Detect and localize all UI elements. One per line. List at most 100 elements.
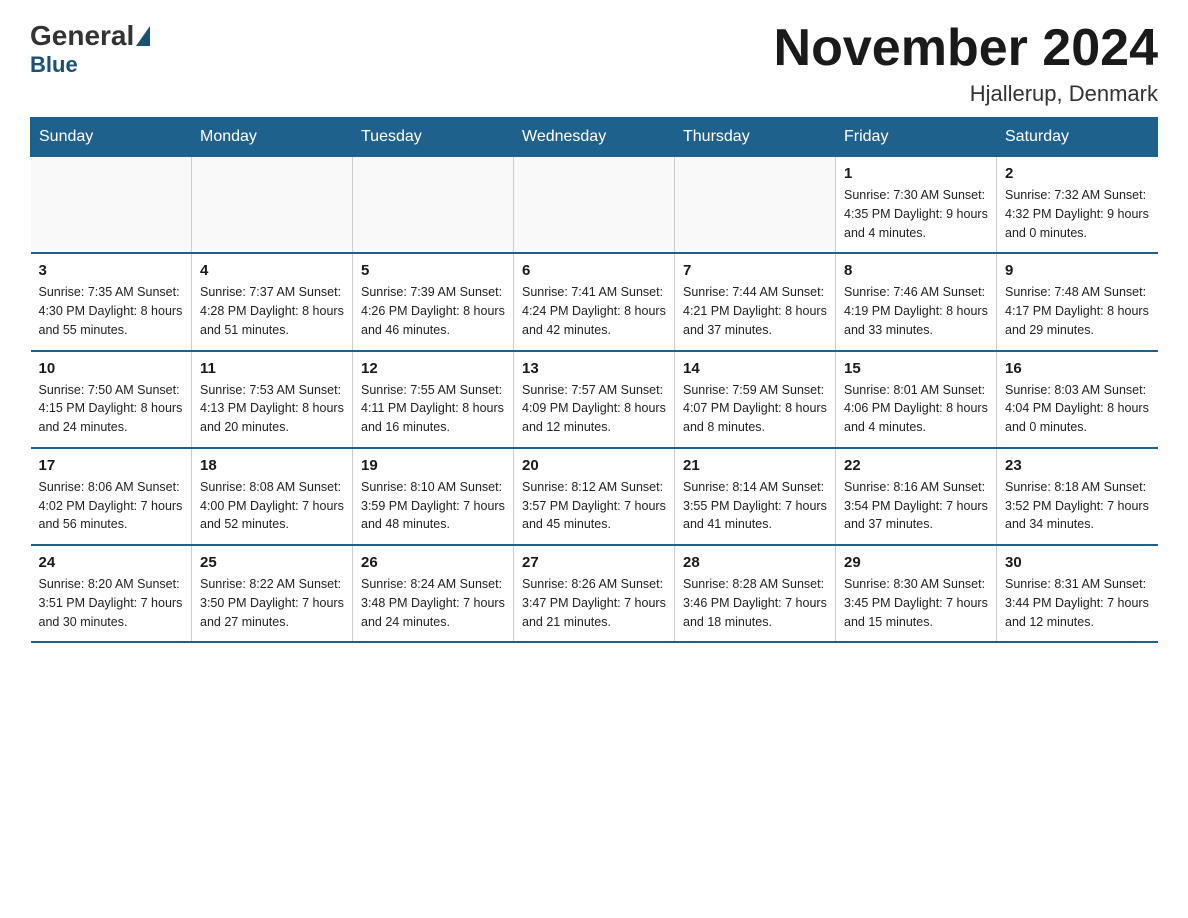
- calendar-week-row: 3 Sunrise: 7:35 AM Sunset: 4:30 PM Daylig…: [31, 253, 1158, 350]
- title-section: November 2024 Hjallerup, Denmark: [774, 20, 1158, 107]
- main-title: November 2024: [774, 20, 1158, 77]
- calendar-week-row: 1 Sunrise: 7:30 AM Sunset: 4:35 PM Daylig…: [31, 157, 1158, 254]
- calendar-week-row: 10 Sunrise: 7:50 AM Sunset: 4:15 PM Dayli…: [31, 351, 1158, 448]
- day-info: Sunrise: 8:26 AM Sunset: 3:47 PM Dayligh…: [522, 575, 666, 631]
- calendar-cell: 19 Sunrise: 8:10 AM Sunset: 3:59 PM Dayli…: [353, 448, 514, 545]
- day-number: 5: [361, 262, 505, 279]
- day-info: Sunrise: 7:37 AM Sunset: 4:28 PM Dayligh…: [200, 283, 344, 339]
- day-number: 11: [200, 360, 344, 377]
- weekday-header-monday: Monday: [192, 118, 353, 157]
- calendar-table: SundayMondayTuesdayWednesdayThursdayFrid…: [30, 117, 1158, 643]
- calendar-cell: [675, 157, 836, 254]
- day-number: 30: [1005, 554, 1150, 571]
- calendar-cell: 25 Sunrise: 8:22 AM Sunset: 3:50 PM Dayli…: [192, 545, 353, 642]
- day-info: Sunrise: 7:55 AM Sunset: 4:11 PM Dayligh…: [361, 381, 505, 437]
- day-info: Sunrise: 7:32 AM Sunset: 4:32 PM Dayligh…: [1005, 186, 1150, 242]
- day-number: 2: [1005, 165, 1150, 182]
- calendar-cell: 22 Sunrise: 8:16 AM Sunset: 3:54 PM Dayli…: [836, 448, 997, 545]
- day-number: 18: [200, 457, 344, 474]
- day-info: Sunrise: 7:57 AM Sunset: 4:09 PM Dayligh…: [522, 381, 666, 437]
- calendar-cell: 17Sunrise: 8:06 AM Sunset: 4:02 PM Dayli…: [31, 448, 192, 545]
- calendar-cell: 26 Sunrise: 8:24 AM Sunset: 3:48 PM Dayli…: [353, 545, 514, 642]
- day-number: 23: [1005, 457, 1150, 474]
- day-info: Sunrise: 7:50 AM Sunset: 4:15 PM Dayligh…: [39, 381, 184, 437]
- calendar-cell: 20Sunrise: 8:12 AM Sunset: 3:57 PM Dayli…: [514, 448, 675, 545]
- day-info: Sunrise: 7:35 AM Sunset: 4:30 PM Dayligh…: [39, 283, 184, 339]
- day-info: Sunrise: 7:41 AM Sunset: 4:24 PM Dayligh…: [522, 283, 666, 339]
- day-number: 9: [1005, 262, 1150, 279]
- calendar-cell: 8 Sunrise: 7:46 AM Sunset: 4:19 PM Daylig…: [836, 253, 997, 350]
- calendar-cell: 15Sunrise: 8:01 AM Sunset: 4:06 PM Dayli…: [836, 351, 997, 448]
- calendar-body: 1 Sunrise: 7:30 AM Sunset: 4:35 PM Daylig…: [31, 157, 1158, 643]
- day-number: 21: [683, 457, 827, 474]
- day-info: Sunrise: 7:30 AM Sunset: 4:35 PM Dayligh…: [844, 186, 988, 242]
- day-number: 3: [39, 262, 184, 279]
- day-info: Sunrise: 8:18 AM Sunset: 3:52 PM Dayligh…: [1005, 478, 1150, 534]
- day-number: 8: [844, 262, 988, 279]
- calendar-cell: 18 Sunrise: 8:08 AM Sunset: 4:00 PM Dayli…: [192, 448, 353, 545]
- weekday-header-tuesday: Tuesday: [353, 118, 514, 157]
- day-number: 25: [200, 554, 344, 571]
- calendar-cell: 11 Sunrise: 7:53 AM Sunset: 4:13 PM Dayli…: [192, 351, 353, 448]
- calendar-cell: 9 Sunrise: 7:48 AM Sunset: 4:17 PM Daylig…: [997, 253, 1158, 350]
- weekday-header-sunday: Sunday: [31, 118, 192, 157]
- calendar-cell: 2 Sunrise: 7:32 AM Sunset: 4:32 PM Daylig…: [997, 157, 1158, 254]
- day-number: 22: [844, 457, 988, 474]
- day-info: Sunrise: 7:53 AM Sunset: 4:13 PM Dayligh…: [200, 381, 344, 437]
- day-info: Sunrise: 8:28 AM Sunset: 3:46 PM Dayligh…: [683, 575, 827, 631]
- logo: General Blue: [30, 20, 152, 78]
- calendar-cell: 29 Sunrise: 8:30 AM Sunset: 3:45 PM Dayli…: [836, 545, 997, 642]
- day-info: Sunrise: 8:24 AM Sunset: 3:48 PM Dayligh…: [361, 575, 505, 631]
- weekday-header-saturday: Saturday: [997, 118, 1158, 157]
- subtitle: Hjallerup, Denmark: [774, 81, 1158, 107]
- day-info: Sunrise: 8:20 AM Sunset: 3:51 PM Dayligh…: [39, 575, 184, 631]
- calendar-cell: 1 Sunrise: 7:30 AM Sunset: 4:35 PM Daylig…: [836, 157, 997, 254]
- calendar-cell: [192, 157, 353, 254]
- day-info: Sunrise: 8:22 AM Sunset: 3:50 PM Dayligh…: [200, 575, 344, 631]
- day-number: 12: [361, 360, 505, 377]
- calendar-week-row: 17Sunrise: 8:06 AM Sunset: 4:02 PM Dayli…: [31, 448, 1158, 545]
- logo-general-text: General: [30, 20, 134, 52]
- calendar-cell: 27Sunrise: 8:26 AM Sunset: 3:47 PM Dayli…: [514, 545, 675, 642]
- calendar-cell: 3 Sunrise: 7:35 AM Sunset: 4:30 PM Daylig…: [31, 253, 192, 350]
- weekday-header-friday: Friday: [836, 118, 997, 157]
- day-number: 26: [361, 554, 505, 571]
- day-info: Sunrise: 8:16 AM Sunset: 3:54 PM Dayligh…: [844, 478, 988, 534]
- day-info: Sunrise: 8:30 AM Sunset: 3:45 PM Dayligh…: [844, 575, 988, 631]
- day-number: 1: [844, 165, 988, 182]
- day-number: 29: [844, 554, 988, 571]
- calendar-cell: 13 Sunrise: 7:57 AM Sunset: 4:09 PM Dayli…: [514, 351, 675, 448]
- day-info: Sunrise: 8:08 AM Sunset: 4:00 PM Dayligh…: [200, 478, 344, 534]
- calendar-cell: 6 Sunrise: 7:41 AM Sunset: 4:24 PM Daylig…: [514, 253, 675, 350]
- calendar-week-row: 24Sunrise: 8:20 AM Sunset: 3:51 PM Dayli…: [31, 545, 1158, 642]
- calendar-cell: 5Sunrise: 7:39 AM Sunset: 4:26 PM Daylig…: [353, 253, 514, 350]
- day-number: 16: [1005, 360, 1150, 377]
- day-number: 19: [361, 457, 505, 474]
- calendar-cell: [514, 157, 675, 254]
- day-info: Sunrise: 7:44 AM Sunset: 4:21 PM Dayligh…: [683, 283, 827, 339]
- calendar-cell: 16 Sunrise: 8:03 AM Sunset: 4:04 PM Dayli…: [997, 351, 1158, 448]
- day-info: Sunrise: 7:48 AM Sunset: 4:17 PM Dayligh…: [1005, 283, 1150, 339]
- day-number: 20: [522, 457, 666, 474]
- day-info: Sunrise: 8:01 AM Sunset: 4:06 PM Dayligh…: [844, 381, 988, 437]
- day-info: Sunrise: 8:03 AM Sunset: 4:04 PM Dayligh…: [1005, 381, 1150, 437]
- day-number: 10: [39, 360, 184, 377]
- day-number: 4: [200, 262, 344, 279]
- day-number: 6: [522, 262, 666, 279]
- calendar-cell: 30Sunrise: 8:31 AM Sunset: 3:44 PM Dayli…: [997, 545, 1158, 642]
- day-info: Sunrise: 8:14 AM Sunset: 3:55 PM Dayligh…: [683, 478, 827, 534]
- calendar-cell: 10 Sunrise: 7:50 AM Sunset: 4:15 PM Dayli…: [31, 351, 192, 448]
- day-info: Sunrise: 7:46 AM Sunset: 4:19 PM Dayligh…: [844, 283, 988, 339]
- weekday-header-thursday: Thursday: [675, 118, 836, 157]
- weekday-header-wednesday: Wednesday: [514, 118, 675, 157]
- calendar-cell: 4 Sunrise: 7:37 AM Sunset: 4:28 PM Daylig…: [192, 253, 353, 350]
- day-number: 13: [522, 360, 666, 377]
- weekday-header-row: SundayMondayTuesdayWednesdayThursdayFrid…: [31, 118, 1158, 157]
- day-number: 17: [39, 457, 184, 474]
- calendar-cell: [31, 157, 192, 254]
- calendar-cell: 23 Sunrise: 8:18 AM Sunset: 3:52 PM Dayli…: [997, 448, 1158, 545]
- calendar-cell: 7Sunrise: 7:44 AM Sunset: 4:21 PM Daylig…: [675, 253, 836, 350]
- page-header: General Blue November 2024 Hjallerup, De…: [30, 20, 1158, 107]
- calendar-cell: 14Sunrise: 7:59 AM Sunset: 4:07 PM Dayli…: [675, 351, 836, 448]
- day-info: Sunrise: 8:10 AM Sunset: 3:59 PM Dayligh…: [361, 478, 505, 534]
